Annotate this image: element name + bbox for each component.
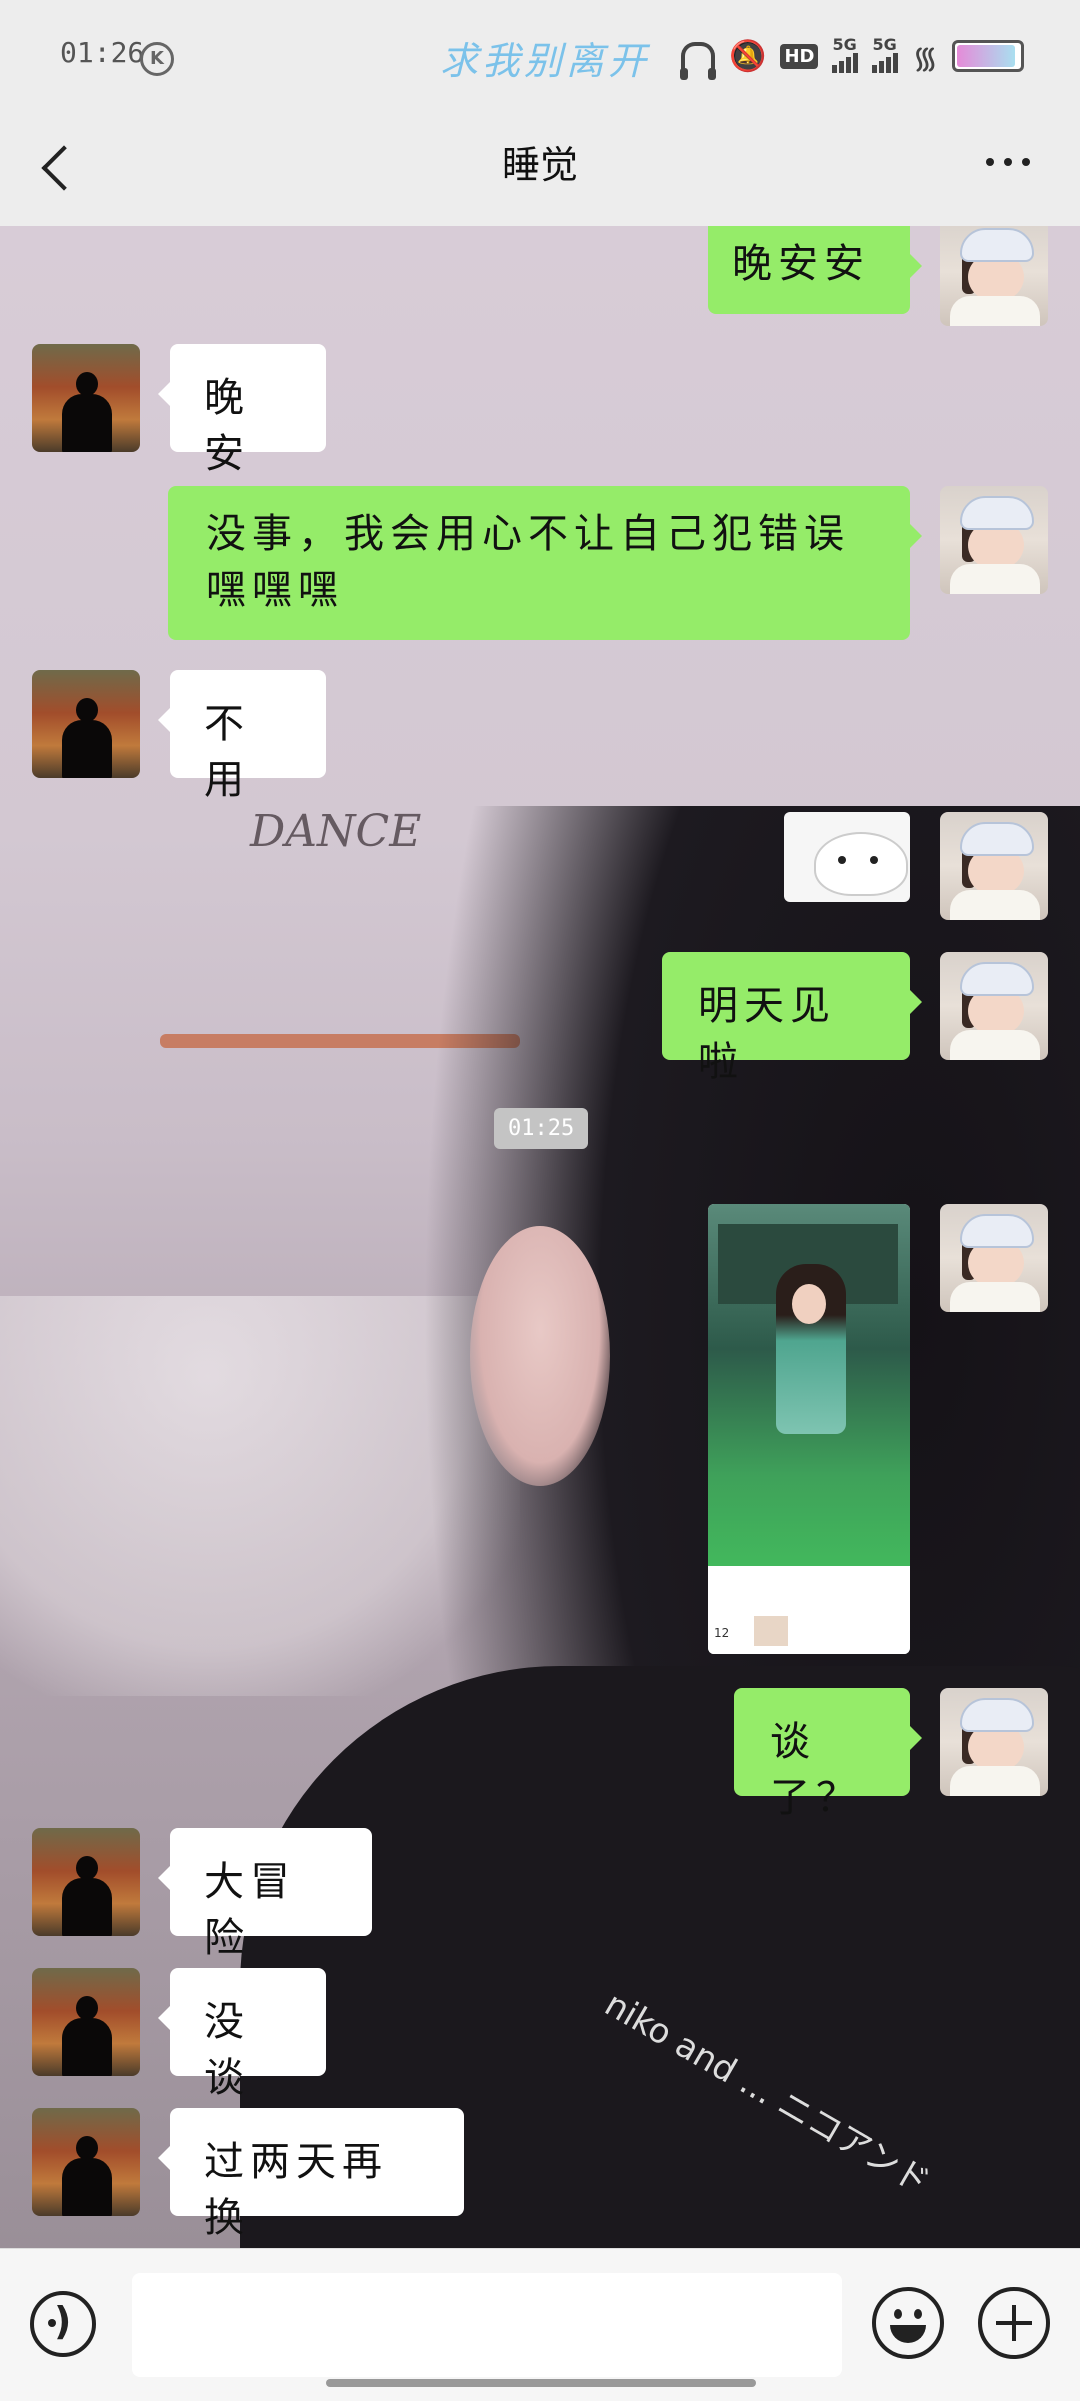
plus-icon[interactable] — [978, 2287, 1050, 2359]
avatar[interactable] — [940, 952, 1048, 1060]
avatar[interactable] — [940, 1204, 1048, 1312]
emoji-icon[interactable] — [872, 2287, 944, 2359]
status-banner: 求我别离开 — [440, 39, 651, 83]
message-input[interactable] — [132, 2273, 842, 2377]
avatar[interactable] — [32, 344, 140, 452]
avatar[interactable] — [32, 670, 140, 778]
chat-title: 睡觉 — [501, 143, 578, 187]
avatar[interactable] — [940, 486, 1048, 594]
status-icons: 🔕 HD 5G 5G ᯾ — [680, 34, 1024, 80]
message-bubble[interactable]: 大冒险 — [158, 1828, 372, 1961]
message-bubble[interactable]: 晚安安 — [708, 226, 922, 314]
avatar[interactable] — [940, 812, 1048, 920]
battery-icon — [952, 40, 1024, 72]
bell-muted-icon: 🔕 — [729, 38, 767, 74]
k-icon: K — [140, 42, 174, 76]
hd-icon: HD — [780, 43, 819, 69]
wifi-icon: ᯾ — [912, 40, 938, 76]
more-icon[interactable] — [986, 158, 1030, 166]
avatar[interactable] — [32, 2108, 140, 2216]
status-time: 01:26 — [60, 36, 145, 69]
signal-icon: 5G — [832, 35, 859, 73]
message-bubble[interactable]: 晚安 — [158, 344, 326, 477]
input-bar — [0, 2248, 1080, 2401]
message-bubble[interactable]: 没事，我会用心不让自己犯错误嘿嘿嘿 — [168, 486, 922, 640]
timestamp: 01:25 — [494, 1108, 589, 1149]
avatar[interactable] — [32, 1828, 140, 1936]
message-bubble[interactable]: 过两天再换 — [158, 2108, 464, 2241]
status-bar: 01:26 K 求我别离开 🔕 HD 5G 5G ᯾ — [0, 0, 1080, 110]
signal-icon: 5G — [872, 35, 899, 73]
background-face — [470, 1226, 610, 1486]
avatar[interactable] — [940, 226, 1048, 326]
headphones-icon — [680, 42, 717, 80]
background-wall-text: DANCE — [250, 806, 422, 857]
home-indicator[interactable] — [326, 2379, 756, 2387]
avatar[interactable] — [32, 1968, 140, 2076]
photo-footer-count: 12 — [714, 1626, 730, 1640]
message-bubble[interactable]: 明天见啦 — [662, 952, 922, 1085]
nav-bar: 睡觉 — [0, 110, 1080, 227]
photo-message[interactable]: 12 — [708, 1204, 910, 1654]
message-bubble[interactable]: 不用 — [158, 670, 326, 803]
photo-scene — [708, 1204, 910, 1566]
photo-footer: 12 — [708, 1566, 910, 1654]
voice-icon[interactable] — [30, 2291, 96, 2357]
sticker-image[interactable] — [784, 812, 910, 902]
message-bubble[interactable]: 谈了？ — [734, 1688, 922, 1821]
message-bubble[interactable]: 没谈 — [158, 1968, 326, 2101]
avatar[interactable] — [940, 1688, 1048, 1796]
chat-area[interactable]: DANCE niko and ... ニコアンド 晚安安 晚安 没事，我会用心不… — [0, 226, 1080, 2248]
